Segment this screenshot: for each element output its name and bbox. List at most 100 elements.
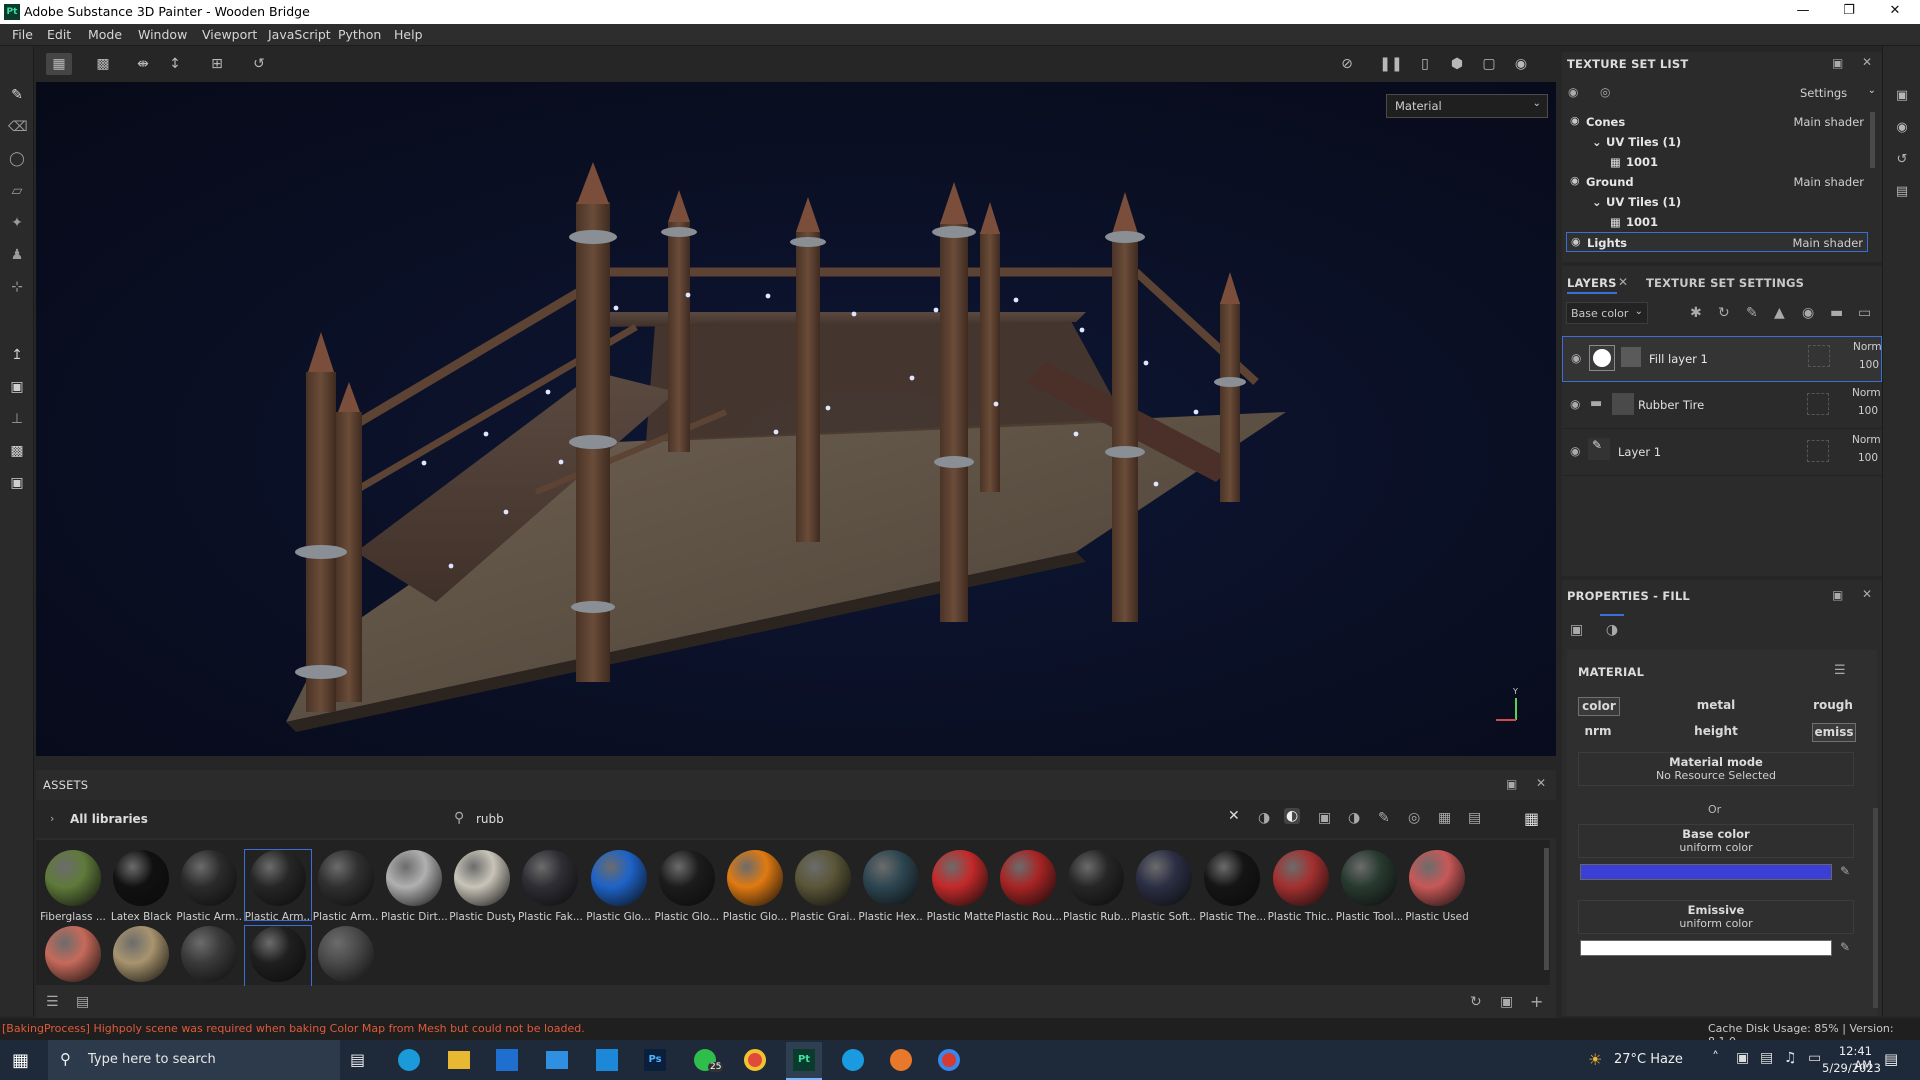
close-button[interactable]: ✕ xyxy=(1872,0,1918,24)
volume-icon[interactable]: ♫ xyxy=(1784,1050,1797,1066)
network-icon[interactable]: ▤ xyxy=(1760,1050,1773,1066)
material-mode-box[interactable]: Material mode No Resource Selected xyxy=(1578,752,1854,786)
browser-icon[interactable] xyxy=(938,1049,960,1071)
mirror-x-icon[interactable]: ⇼ xyxy=(130,53,156,75)
filter-filters-icon[interactable]: ◑ xyxy=(1348,810,1360,826)
bake-icon[interactable]: ↥ xyxy=(8,346,26,364)
chip-color[interactable]: color xyxy=(1578,697,1620,716)
windows-start-icon[interactable]: ▦ xyxy=(12,1050,29,1071)
history-icon[interactable]: ↺ xyxy=(246,53,272,75)
chrome-icon[interactable] xyxy=(744,1049,766,1071)
list-view-icon[interactable]: ☰ xyxy=(46,994,59,1010)
asset-item[interactable]: Plastic Glo... xyxy=(722,850,788,923)
opacity-value[interactable]: 100 xyxy=(1858,452,1878,464)
channel-select[interactable]: Base color ⌄ xyxy=(1566,302,1648,324)
weather-text[interactable]: 27°C Haze xyxy=(1614,1052,1683,1067)
clear-search-icon[interactable]: ✕ xyxy=(1228,808,1240,824)
asset-item[interactable]: Plastic Arm... xyxy=(313,850,379,923)
viewport-mode-select[interactable]: Material ⌄ xyxy=(1386,94,1548,118)
close-panel-icon[interactable]: ✕ xyxy=(1536,776,1546,790)
chip-emiss[interactable]: emiss xyxy=(1812,723,1856,742)
viewport[interactable]: Y xyxy=(36,82,1556,756)
battery-icon[interactable]: ▭ xyxy=(1808,1050,1821,1066)
view-2d-icon[interactable]: ▯ xyxy=(1412,53,1438,75)
collapse-icon[interactable]: ⌄ xyxy=(1592,135,1602,149)
log-icon[interactable]: ▤ xyxy=(1894,184,1910,200)
asset-search-input[interactable] xyxy=(476,808,1236,830)
projection-icon[interactable]: ◯ xyxy=(8,150,26,168)
delete-layer-icon[interactable]: ▭ xyxy=(1858,305,1871,321)
layer-mask-slot[interactable] xyxy=(1808,345,1830,367)
effects-icon[interactable]: ✱ xyxy=(1690,305,1702,321)
add-smart-material-icon[interactable]: ◉ xyxy=(1802,305,1814,321)
menu-window[interactable]: Window xyxy=(138,27,187,42)
uv-tile-row[interactable]: ▦ 1001 xyxy=(1566,212,1868,232)
hide-icon[interactable]: ⊘ xyxy=(1334,53,1360,75)
uv-tile-row[interactable]: ▦ 1001 xyxy=(1566,152,1868,172)
eye-icon[interactable]: ◉ xyxy=(1571,351,1581,365)
polygon-fill-icon[interactable]: ▱ xyxy=(8,182,26,200)
eyedropper-icon[interactable]: ✎ xyxy=(1840,940,1850,954)
chevron-up-icon[interactable]: ˄ xyxy=(1712,1050,1719,1066)
eye-icon[interactable]: ◉ xyxy=(1570,397,1580,411)
material-tab-icon[interactable]: ◑ xyxy=(1600,614,1624,638)
tsl-settings-select[interactable]: Settings ⌄ xyxy=(1800,82,1878,104)
smudge-icon[interactable]: ✦ xyxy=(8,214,26,232)
screenshot-icon[interactable]: ◉ xyxy=(1508,53,1534,75)
uv-tiles-row[interactable]: ⌄ UV Tiles (1) xyxy=(1566,132,1868,152)
layer-row[interactable]: ◉ ✎ Layer 1 Norm 100 xyxy=(1562,430,1882,476)
eye-icon[interactable]: ◉ xyxy=(1571,235,1581,248)
texture-set-list-icon[interactable]: ▣ xyxy=(1894,88,1910,104)
opacity-value[interactable]: 100 xyxy=(1858,405,1878,417)
asset-item[interactable] xyxy=(243,925,312,993)
eye-icon[interactable]: ◉ xyxy=(1570,174,1580,187)
add-mask-icon[interactable]: ↻ xyxy=(1718,305,1730,321)
asset-item[interactable]: Latex Black xyxy=(108,850,174,923)
asset-item[interactable]: Plastic Thic... xyxy=(1268,850,1334,923)
store-icon[interactable] xyxy=(496,1049,518,1071)
color-picker-icon[interactable]: ⊹ xyxy=(8,278,26,296)
list-menu-icon[interactable]: ☰ xyxy=(1834,663,1846,678)
clock-date[interactable]: 5/29/2023 xyxy=(1822,1061,1881,1075)
paint-brush-icon[interactable]: ✎ xyxy=(8,86,26,104)
eraser-icon[interactable]: ⌫ xyxy=(8,118,28,136)
layer-mask-slot[interactable] xyxy=(1807,393,1829,415)
asset-item[interactable]: Plastic Matte xyxy=(927,850,993,923)
notifications-icon[interactable]: ▤ xyxy=(1884,1050,1898,1068)
add-folder-icon[interactable]: ▬ xyxy=(1830,305,1843,321)
chip-height[interactable]: height xyxy=(1692,723,1740,742)
meet-now-icon[interactable]: ▣ xyxy=(1736,1050,1749,1066)
photoshop-icon[interactable]: Ps xyxy=(644,1049,666,1071)
export-icon[interactable]: ▣ xyxy=(8,378,26,396)
measure-icon[interactable]: ⊥ xyxy=(8,410,26,428)
menu-mode[interactable]: Mode xyxy=(88,27,122,42)
blender-icon[interactable] xyxy=(890,1049,912,1071)
properties-scrollbar[interactable] xyxy=(1873,808,1878,1008)
grid-multi-icon[interactable]: ▩ xyxy=(90,53,116,75)
chip-nrm[interactable]: nrm xyxy=(1578,723,1618,742)
uv-tiles-row[interactable]: ⌄ UV Tiles (1) xyxy=(1566,192,1868,212)
show-all-icon[interactable]: ◎ xyxy=(1600,85,1610,99)
view-3d-icon[interactable]: ⬢ xyxy=(1444,53,1470,75)
add-frame-icon[interactable]: ⊞ xyxy=(204,53,230,75)
import-icon[interactable]: ▣ xyxy=(1500,994,1513,1010)
asset-item[interactable]: Plastic Grai... xyxy=(790,850,856,923)
tree-view-icon[interactable]: ▤ xyxy=(76,994,89,1010)
refresh-icon[interactable]: ↻ xyxy=(1470,994,1482,1010)
asset-item[interactable]: Plastic Dirt... xyxy=(381,850,447,923)
history-icon[interactable]: ↺ xyxy=(1894,152,1910,168)
filter-materials-icon[interactable]: ◑ xyxy=(1258,810,1270,826)
asset-grid-scrollbar[interactable] xyxy=(1544,848,1549,970)
opacity-value[interactable]: 100 xyxy=(1859,359,1879,371)
menu-python[interactable]: Python xyxy=(338,27,381,42)
tab-texture-set-settings[interactable]: TEXTURE SET SETTINGS xyxy=(1646,276,1804,290)
menu-viewport[interactable]: Viewport xyxy=(202,27,257,42)
add-asset-icon[interactable]: + xyxy=(1530,992,1543,1011)
collapse-icon[interactable]: ⌄ xyxy=(1592,195,1602,209)
asset-item[interactable]: Plastic Glo... xyxy=(586,850,652,923)
eye-icon[interactable]: ◉ xyxy=(1570,444,1580,458)
tab-layers[interactable]: LAYERS xyxy=(1567,276,1617,294)
menu-help[interactable]: Help xyxy=(394,27,423,42)
layer-mask-slot[interactable] xyxy=(1807,440,1829,462)
base-color-swatch[interactable] xyxy=(1580,864,1832,880)
